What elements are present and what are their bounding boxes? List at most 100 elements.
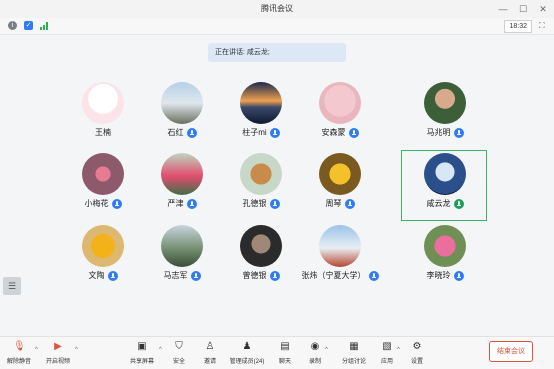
shield-icon: ⛉ bbox=[175, 341, 183, 352]
speaking-label: 正在讲话: bbox=[215, 49, 245, 56]
minimize-icon[interactable]: — bbox=[496, 2, 510, 16]
mic-icon bbox=[190, 270, 201, 281]
window-title: 腾讯会议 bbox=[261, 4, 293, 13]
security-button[interactable]: ⛉ 安全 bbox=[170, 341, 188, 367]
participant-name: 安森蒙 bbox=[321, 128, 346, 137]
participant-name: 严津 bbox=[167, 199, 184, 208]
gear-icon: ⚙ bbox=[412, 341, 422, 352]
participant-name-line: 柱子mi bbox=[221, 127, 301, 138]
record-button[interactable]: ◉ 录制 bbox=[307, 341, 323, 367]
mic-icon bbox=[186, 198, 197, 209]
audio-options-chevron-icon[interactable]: ^ bbox=[35, 347, 38, 353]
mic-icon bbox=[453, 198, 464, 209]
participant-name: 马兆明 bbox=[426, 128, 451, 137]
participant-name: 马志军 bbox=[163, 271, 188, 280]
mic-icon bbox=[111, 198, 122, 209]
baby-photo-avatar bbox=[319, 82, 361, 124]
participant-tile[interactable]: 安森蒙 bbox=[300, 82, 380, 146]
camera-off-icon: ▶ bbox=[54, 341, 62, 352]
record-label: 录制 bbox=[308, 359, 321, 365]
participant-tile[interactable]: 周琴 bbox=[300, 153, 380, 217]
invite-button[interactable]: ♙ 邀请 bbox=[201, 341, 219, 367]
participant-name-line: 马志军 bbox=[142, 270, 222, 281]
title-bar: 腾讯会议 — ☐ ✕ bbox=[0, 0, 554, 19]
participant-name-line: 周琴 bbox=[300, 198, 380, 209]
video-options-chevron-icon[interactable]: ^ bbox=[75, 347, 78, 353]
bottom-toolbar: 🎙 解除静音 ^ ▶ 开启视频 ^ ▣ 共享屏幕 ^ ⛉ 安全 ♙ 邀请 ♟ 管… bbox=[0, 336, 554, 369]
participant-tile[interactable]: 柱子mi bbox=[221, 82, 301, 146]
participant-name: 周琴 bbox=[325, 199, 342, 208]
info-icon[interactable]: i bbox=[8, 21, 17, 30]
participant-tile[interactable]: 咸云龙 bbox=[405, 153, 485, 217]
mic-icon bbox=[344, 198, 355, 209]
unmute-button[interactable]: 🎙 解除静音 bbox=[5, 341, 33, 367]
mic-icon bbox=[368, 270, 379, 281]
chat-button[interactable]: ▤ 聊天 bbox=[277, 341, 293, 367]
participant-name-line: 咸云龙 bbox=[405, 198, 485, 209]
participant-tile[interactable]: 严津 bbox=[142, 153, 222, 217]
invite-icon: ♙ bbox=[205, 341, 215, 352]
participant-name: 咸云龙 bbox=[426, 199, 451, 208]
record-options-chevron-icon[interactable]: ^ bbox=[325, 347, 328, 353]
breakout-label: 分组讨论 bbox=[341, 359, 366, 365]
person-sky-avatar bbox=[319, 225, 361, 267]
participant-tile[interactable]: 李晓玲 bbox=[405, 225, 485, 289]
participant-tile[interactable]: 孔德银 bbox=[221, 153, 301, 217]
participant-name: 石红 bbox=[167, 128, 184, 137]
share-screen-label: 共享屏幕 bbox=[129, 359, 154, 365]
participant-name: 柱子mi bbox=[242, 128, 267, 137]
breakout-icon: ▦ bbox=[349, 341, 359, 352]
mic-icon bbox=[453, 270, 464, 281]
share-screen-icon: ▣ bbox=[137, 341, 147, 352]
mic-icon bbox=[107, 270, 118, 281]
shield-icon[interactable]: ✓ bbox=[24, 21, 33, 30]
participant-tile[interactable]: 石红 bbox=[142, 82, 222, 146]
record-icon: ◉ bbox=[310, 341, 320, 352]
apps-button[interactable]: ▧ 应用 bbox=[379, 341, 395, 367]
settings-label: 设置 bbox=[410, 359, 423, 365]
participant-tile[interactable]: 马兆明 bbox=[405, 82, 485, 146]
participant-name-line: 孔德银 bbox=[221, 198, 301, 209]
pink-flower-avatar bbox=[424, 225, 466, 267]
participant-tile[interactable]: 张炜（宁夏大学） bbox=[300, 225, 380, 289]
participant-tile[interactable]: 曾德银 bbox=[221, 225, 301, 289]
close-icon[interactable]: ✕ bbox=[536, 2, 550, 16]
participant-name-line: 曾德银 bbox=[221, 270, 301, 281]
share-screen-button[interactable]: ▣ 共享屏幕 bbox=[127, 341, 157, 367]
participant-tile[interactable]: 王楠 bbox=[63, 82, 143, 146]
flower-avatar bbox=[82, 153, 124, 195]
end-meeting-button[interactable]: 结束会议 bbox=[489, 341, 533, 362]
apps-options-chevron-icon[interactable]: ^ bbox=[397, 347, 400, 353]
members-icon: ♟ bbox=[242, 341, 252, 352]
share-options-chevron-icon[interactable]: ^ bbox=[159, 347, 162, 353]
start-video-button[interactable]: ▶ 开启视频 bbox=[43, 341, 73, 367]
maximize-icon[interactable]: ☐ bbox=[516, 2, 530, 16]
man-portrait-avatar bbox=[424, 82, 466, 124]
cartoon-avatar bbox=[82, 82, 124, 124]
breakout-button[interactable]: ▦ 分组讨论 bbox=[341, 341, 367, 367]
signal-icon[interactable] bbox=[40, 22, 49, 30]
settings-button[interactable]: ⚙ 设置 bbox=[409, 341, 425, 367]
participant-name-line: 小梅花 bbox=[63, 198, 143, 209]
participant-name-line: 张炜（宁夏大学） bbox=[300, 270, 380, 281]
participant-name-line: 马兆明 bbox=[405, 127, 485, 138]
participant-tile[interactable]: 马志军 bbox=[142, 225, 222, 289]
member-list-toggle-icon[interactable]: ☰ bbox=[3, 277, 21, 295]
outdoor-photo-avatar bbox=[161, 82, 203, 124]
landscape-avatar bbox=[161, 225, 203, 267]
participant-tile[interactable]: 文陶 bbox=[63, 225, 143, 289]
manage-members-button[interactable]: ♟ 管理成员(24) bbox=[227, 341, 267, 367]
participant-name: 曾德银 bbox=[242, 271, 267, 280]
chat-label: 聊天 bbox=[278, 359, 291, 365]
mic-icon bbox=[269, 127, 280, 138]
sunflower-avatar bbox=[82, 225, 124, 267]
participant-name: 张炜（宁夏大学） bbox=[301, 271, 366, 280]
participant-name-line: 安森蒙 bbox=[300, 127, 380, 138]
mic-icon bbox=[269, 198, 280, 209]
mic-icon bbox=[453, 127, 464, 138]
participant-name: 文陶 bbox=[88, 271, 105, 280]
participant-tile[interactable]: 小梅花 bbox=[63, 153, 143, 217]
participant-name-line: 李晓玲 bbox=[405, 270, 485, 281]
participant-name: 王楠 bbox=[95, 128, 111, 137]
fullscreen-icon[interactable]: ⛶ bbox=[539, 21, 548, 30]
